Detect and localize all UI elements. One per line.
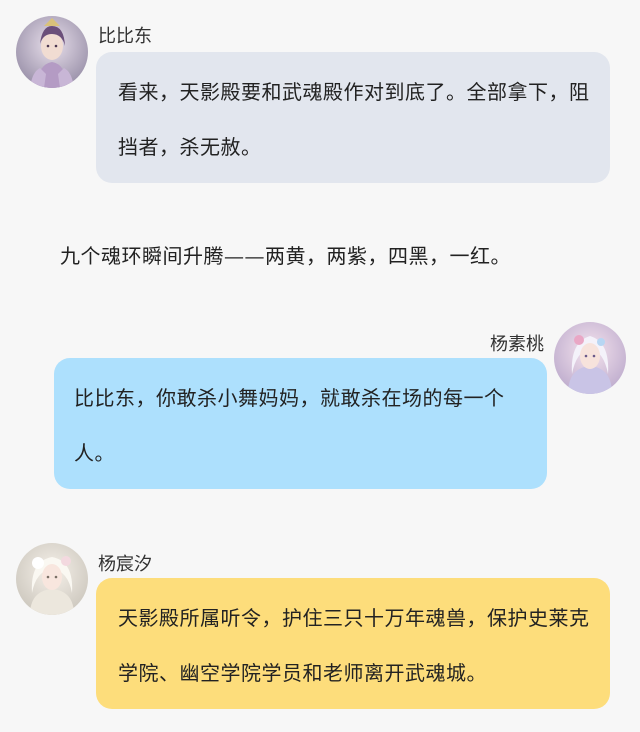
purple-armored-woman-avatar-icon [16,16,88,88]
avatar-yangsutao[interactable] [554,322,626,394]
avatar-yangchenxi[interactable] [16,543,88,615]
message-bubble: 看来，天影殿要和武魂殿作对到底了。全部拿下，阻挡者，杀无赦。 [96,52,610,183]
speaker-name: 比比东 [98,26,152,47]
speaker-name: 杨素桃 [490,334,544,355]
white-flowered-woman-avatar-icon [16,543,88,615]
message-bubble: 比比东，你敢杀小舞妈妈，就敢杀在场的每一个人。 [54,358,547,489]
avatar-bibidong[interactable] [16,16,88,88]
speaker-name: 杨宸汐 [98,554,152,575]
message-text: 天影殿所属听令，护住三只十万年魂兽，保护史莱克学院、幽空学院学员和老师离开武魂城… [118,606,590,685]
narration-text: 九个魂环瞬间升腾——两黄，两紫，四黑，一红。 [60,244,511,268]
white-haired-woman-avatar-icon [554,322,626,394]
message-bubble: 天影殿所属听令，护住三只十万年魂兽，保护史莱克学院、幽空学院学员和老师离开武魂城… [96,578,610,709]
message-text: 看来，天影殿要和武魂殿作对到底了。全部拿下，阻挡者，杀无赦。 [118,80,590,159]
message-text: 比比东，你敢杀小舞妈妈，就敢杀在场的每一个人。 [74,386,505,465]
